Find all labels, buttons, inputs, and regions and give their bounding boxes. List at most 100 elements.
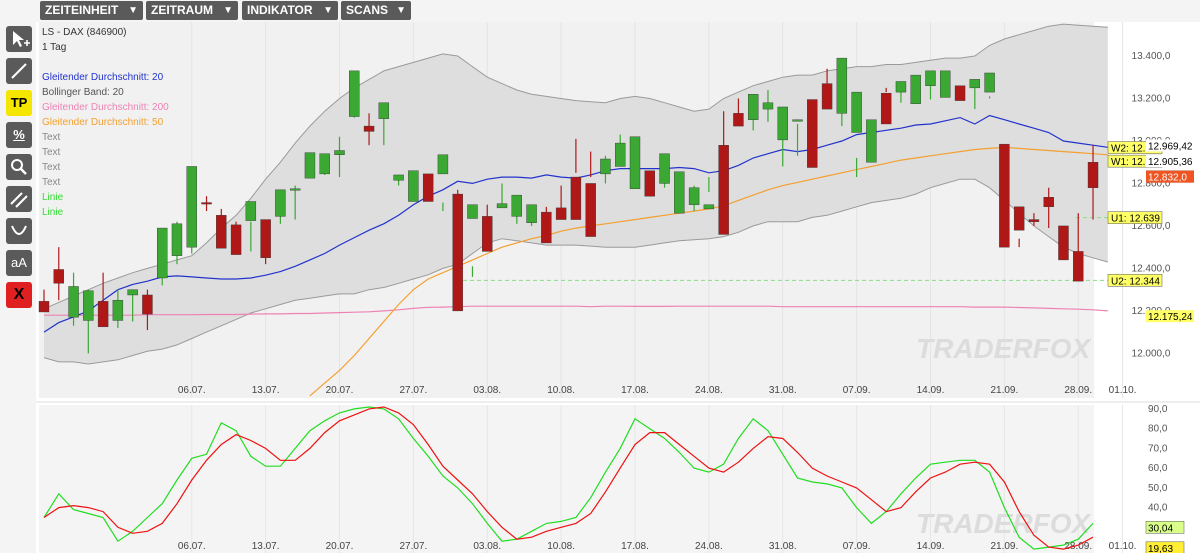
triangle-down-icon: ▼ [223, 5, 233, 16]
oscillator-value-tag-label: 30,04 [1148, 523, 1173, 534]
candle [940, 70, 951, 98]
x-tick-label: 31.08. [769, 541, 797, 552]
price-tag: 12.905,36 [1146, 155, 1194, 168]
candle-body [304, 152, 316, 179]
legend-item: Text [42, 177, 61, 188]
candle [230, 221, 242, 255]
legend-item: Gleitender Durchschnitt: 20 [42, 72, 164, 83]
menu-scans[interactable]: SCANS ▼ [341, 1, 411, 20]
candle-body [688, 187, 700, 205]
candle-body [851, 91, 862, 133]
oscillator-y-tick-label: 60,0 [1148, 463, 1168, 474]
x-tick-label: 01.10. [1109, 385, 1137, 396]
watermark-logo: TRADERFOX [916, 333, 1093, 364]
candle-body [659, 153, 670, 184]
candle-body [289, 188, 301, 191]
oscillator-value-tag: 30,04 [1145, 521, 1185, 534]
candle-body [245, 201, 257, 221]
chart-subtitle: 1 Tag [42, 42, 66, 53]
oscillator-value-tag-label: 19,63 [1148, 544, 1173, 553]
chart-title: LS - DAX (846900) [42, 27, 127, 38]
menu-zeiteinheit[interactable]: ZEITEINHEIT ▼ [40, 1, 143, 20]
candle-body [68, 286, 79, 318]
candle [807, 99, 818, 168]
candle-body [53, 269, 64, 284]
percent-icon: % [13, 127, 25, 142]
candle [408, 170, 419, 202]
price-tag-value: 12.969,42 [1148, 141, 1193, 152]
candle [422, 173, 434, 202]
delete-tool[interactable]: X [6, 282, 32, 308]
candle-body [349, 70, 360, 117]
zoom-tool[interactable] [6, 154, 32, 180]
x-tick-label: 10.08. [547, 385, 575, 396]
candle-body [378, 102, 390, 119]
curve-tool[interactable] [6, 218, 32, 244]
tp-tool[interactable]: TP [6, 90, 32, 116]
x-tick-label: 03.08. [473, 385, 501, 396]
oscillator-y-tick-label: 70,0 [1148, 443, 1168, 454]
legend-item: Bollinger Band: 20 [42, 87, 124, 98]
menu-zeitraum[interactable]: ZEITRAUM ▼ [146, 1, 238, 20]
x-tick-label: 17.08. [621, 385, 649, 396]
x-tick-label: 01.10. [1109, 541, 1137, 552]
oscillator-y-tick-label: 90,0 [1148, 404, 1168, 415]
percent-tool[interactable]: % [6, 122, 32, 148]
triangle-down-icon: ▼ [128, 5, 138, 16]
line-tool[interactable] [6, 58, 32, 84]
watermark-logo: TRADERFOX [916, 508, 1093, 539]
candle-body [363, 125, 375, 132]
x-tick-label: 03.08. [473, 541, 501, 552]
y-tick-label: 12.400,0 [1132, 263, 1171, 274]
candle [866, 119, 877, 163]
candle-body [762, 102, 774, 110]
candle-body [792, 119, 803, 122]
candle-body [629, 136, 641, 189]
candle [186, 166, 197, 254]
legend-item: Text [42, 147, 61, 158]
price-tag: 12.832,0 [1146, 170, 1194, 184]
candle-body [1043, 197, 1054, 208]
text-aa-icon: aA [11, 255, 27, 270]
candle-body [895, 81, 907, 93]
candle-body [600, 158, 611, 175]
candle-body [467, 204, 478, 219]
candle-body [925, 70, 936, 86]
candle-body [585, 183, 596, 237]
candle [999, 143, 1010, 248]
candle-body [230, 224, 242, 255]
candle-body [674, 171, 685, 214]
level-tag: U1: 12.639 [1107, 211, 1163, 225]
candle-body [171, 223, 183, 256]
candle-body [275, 189, 286, 217]
candle-body [1087, 162, 1099, 188]
candle-body [201, 202, 212, 205]
candle [674, 171, 685, 214]
candle-body [127, 289, 138, 296]
candle-body [541, 211, 552, 244]
x-tick-label: 17.08. [621, 541, 649, 552]
x-tick-label: 07.09. [843, 541, 871, 552]
candle-body [437, 154, 449, 175]
candle-body [511, 194, 522, 217]
menu-indikator[interactable]: INDIKATOR ▼ [242, 1, 338, 20]
text-tool[interactable]: aA [6, 250, 32, 276]
candle [349, 70, 360, 118]
menu-zeitraum-label: ZEITRAUM [151, 3, 213, 17]
candle-body [910, 74, 921, 104]
chart-area[interactable]: TRADERFOX TRADERFOX LS - DAX (846900) 1 Tag… [36, 22, 1200, 553]
candle [644, 170, 655, 197]
candle-body [142, 294, 153, 315]
candle-body [482, 216, 493, 252]
candle-body [954, 85, 966, 101]
candle-body [1013, 206, 1025, 231]
cursor-add-tool[interactable] [6, 26, 32, 52]
candle-body [984, 72, 995, 93]
y-tick-label: 12.000,0 [1132, 348, 1171, 359]
candle-body [969, 79, 981, 89]
candle [910, 74, 921, 104]
legend-item: Linie [42, 192, 64, 203]
channel-tool[interactable] [6, 186, 32, 212]
level-tag-label: U2: 12.344 [1111, 276, 1160, 287]
candle [1058, 225, 1069, 261]
